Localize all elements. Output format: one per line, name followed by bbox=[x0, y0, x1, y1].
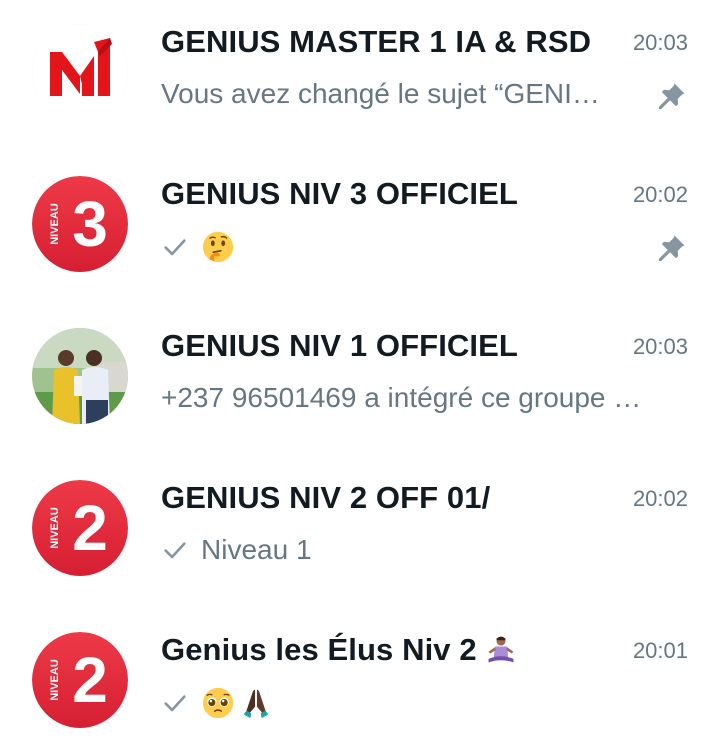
chat-preview-text: Vous avez changé le sujet “GENI… bbox=[161, 78, 600, 109]
chat-row-genius-niv1[interactable]: GENIUS NIV 1 OFFICIEL 20:03 +237 9650146… bbox=[0, 328, 720, 480]
niveau-label: NIVEAU bbox=[49, 507, 61, 549]
chat-row-genius-master[interactable]: GENIUS MASTER 1 IA & RSD 20:03 Vous avez… bbox=[0, 24, 720, 176]
chat-preview: +237 96501469 a intégré ce groupe … bbox=[161, 382, 641, 414]
chat-preview-text: +237 96501469 a intégré ce groupe … bbox=[161, 382, 642, 413]
niveau-3-badge-icon: NIVEAU 3 bbox=[32, 176, 128, 272]
sent-check-icon bbox=[164, 542, 186, 559]
chat-time: 20:02 bbox=[632, 182, 688, 207]
niveau-label: NIVEAU bbox=[49, 203, 61, 245]
chat-time: 20:02 bbox=[632, 486, 688, 511]
sent-check-icon bbox=[164, 695, 186, 712]
chat-preview: Niveau 1 bbox=[161, 534, 312, 566]
group-photo-avatar[interactable] bbox=[32, 328, 128, 424]
chat-time: 20:03 bbox=[632, 334, 688, 359]
niveau-number: 2 bbox=[72, 492, 108, 564]
chat-preview-text: Niveau 1 bbox=[201, 534, 312, 565]
chat-title: GENIUS NIV 1 OFFICIEL bbox=[161, 328, 518, 363]
chat-time: 20:01 bbox=[632, 638, 688, 663]
niveau-2-avatar[interactable]: NIVEAU 2 bbox=[32, 632, 128, 728]
pin-icon bbox=[658, 235, 685, 262]
group-photo bbox=[32, 328, 128, 424]
chat-preview: Vous avez changé le sujet “GENI… bbox=[161, 78, 600, 110]
chat-title: Genius les Élus Niv 2 bbox=[161, 632, 517, 668]
niveau-3-avatar[interactable]: NIVEAU 3 bbox=[32, 176, 128, 272]
master-logo-avatar[interactable] bbox=[32, 24, 128, 120]
chat-title: GENIUS NIV 2 OFF 01/ bbox=[161, 480, 491, 515]
niveau-number: 2 bbox=[72, 644, 108, 716]
chat-preview bbox=[161, 686, 277, 720]
niveau-label: NIVEAU bbox=[49, 659, 61, 701]
pleading-face-emoji-icon bbox=[202, 687, 234, 719]
sent-check-icon bbox=[164, 239, 186, 256]
niveau-2-badge-icon: NIVEAU 2 bbox=[32, 632, 128, 728]
chat-title-text: Genius les Élus Niv 2 bbox=[161, 632, 477, 667]
chat-title: GENIUS MASTER 1 IA & RSD bbox=[161, 24, 592, 59]
niveau-2-avatar[interactable]: NIVEAU 2 bbox=[32, 480, 128, 576]
chat-row-genius-elus-niv2[interactable]: NIVEAU 2 Genius les Élus Niv 2 20:01 bbox=[0, 632, 720, 756]
chat-preview bbox=[161, 230, 239, 264]
chat-row-genius-niv3[interactable]: NIVEAU 3 GENIUS NIV 3 OFFICIEL 20:02 bbox=[0, 176, 720, 328]
pin-icon bbox=[658, 83, 685, 110]
chat-time: 20:03 bbox=[632, 30, 688, 55]
chat-list: GENIUS MASTER 1 IA & RSD 20:03 Vous avez… bbox=[0, 0, 720, 756]
master-logo-icon bbox=[32, 24, 128, 120]
niveau-2-badge-icon: NIVEAU 2 bbox=[32, 480, 128, 576]
niveau-number: 3 bbox=[72, 188, 108, 260]
person-lotus-position-emoji-icon bbox=[488, 636, 514, 663]
chat-row-genius-niv2-off[interactable]: NIVEAU 2 GENIUS NIV 2 OFF 01/ 20:02 Nive… bbox=[0, 480, 720, 632]
thinking-face-emoji-icon bbox=[202, 231, 234, 263]
folded-hands-emoji-icon bbox=[243, 689, 269, 719]
chat-title: GENIUS NIV 3 OFFICIEL bbox=[161, 176, 518, 211]
